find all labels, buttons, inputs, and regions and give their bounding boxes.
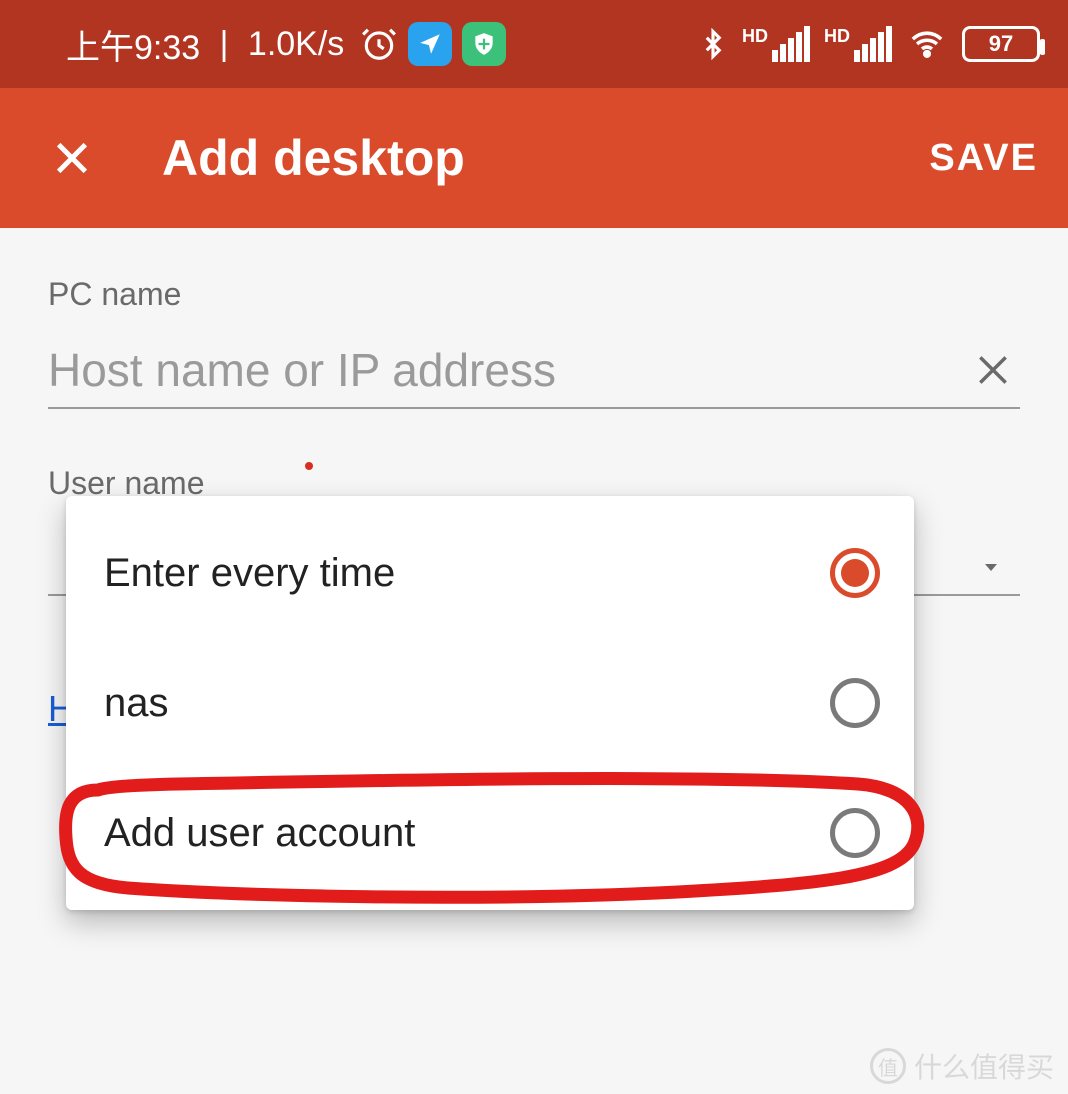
user-name-options-popup: Enter every time nas Add user account: [66, 496, 914, 910]
radio-icon: [830, 808, 880, 858]
pc-name-input[interactable]: [48, 343, 966, 397]
save-button[interactable]: SAVE: [929, 137, 1038, 180]
option-label: nas: [104, 681, 169, 726]
close-button[interactable]: [52, 138, 92, 178]
status-bar: 上午9:33 | 1.0K/s HD HD: [0, 0, 1068, 88]
alarm-icon: [360, 25, 398, 63]
chevron-down-icon: [974, 555, 1008, 579]
option-nas[interactable]: nas: [66, 638, 914, 768]
status-left: 上午9:33 | 1.0K/s: [66, 20, 506, 69]
wifi-icon: [906, 27, 948, 61]
watermark-text: 什么值得买: [914, 1046, 1054, 1086]
sim2-signal: HD: [824, 26, 892, 62]
watermark-icon: 值: [870, 1048, 906, 1084]
watermark: 值 什么值得买: [870, 1046, 1054, 1086]
option-label: Enter every time: [104, 551, 395, 596]
app-icon-shield: [462, 22, 506, 66]
status-separator: |: [210, 25, 238, 64]
app-icon-nav: [408, 22, 452, 66]
app-bar: Add desktop SAVE: [0, 88, 1068, 228]
content-area: PC name User name: [0, 228, 1068, 502]
option-enter-every-time[interactable]: Enter every time: [66, 508, 914, 638]
option-label: Add user account: [104, 811, 415, 856]
cursor-dot: [305, 462, 313, 470]
radio-selected-icon: [830, 548, 880, 598]
status-time: 上午9:33: [66, 20, 200, 69]
pc-name-label: PC name: [48, 276, 1020, 313]
sim1-signal: HD: [742, 26, 810, 62]
radio-icon: [830, 678, 880, 728]
option-add-user-account[interactable]: Add user account: [66, 768, 914, 898]
bluetooth-icon: [698, 24, 728, 64]
clear-icon[interactable]: [966, 351, 1020, 389]
status-net-speed: 1.0K/s: [248, 25, 344, 64]
page-title: Add desktop: [162, 129, 929, 187]
status-right: HD HD 97: [698, 24, 1040, 64]
battery-indicator: 97: [962, 26, 1040, 62]
pc-name-field[interactable]: [48, 343, 1020, 409]
